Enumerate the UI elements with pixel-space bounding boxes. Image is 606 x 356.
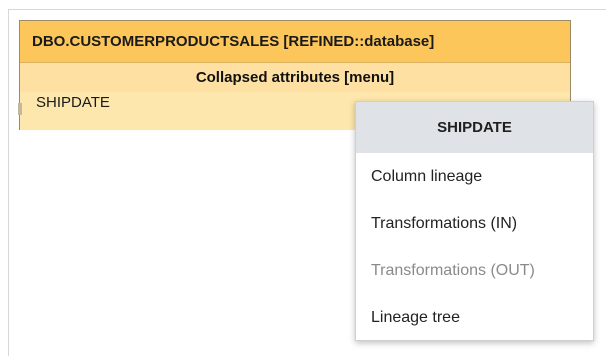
- context-menu: SHIPDATE Column lineage Transformations …: [355, 101, 594, 341]
- menu-item-column-lineage[interactable]: Column lineage: [356, 153, 593, 200]
- menu-item-lineage-tree[interactable]: Lineage tree: [356, 294, 593, 341]
- entity-title[interactable]: DBO.CUSTOMERPRODUCTSALES [REFINED::datab…: [20, 21, 570, 63]
- menu-item-transformations-out: Transformations (OUT): [371, 261, 535, 279]
- row-connector-marker: [18, 103, 22, 115]
- menu-item-transformations-in[interactable]: Transformations (IN): [356, 200, 593, 247]
- diagram-canvas: DBO.CUSTOMERPRODUCTSALES [REFINED::datab…: [0, 0, 606, 356]
- canvas-border-top: [8, 9, 606, 10]
- collapsed-attributes-menu[interactable]: Collapsed attributes [menu]: [20, 63, 570, 92]
- canvas-border-left: [8, 9, 9, 356]
- context-menu-title: SHIPDATE: [356, 102, 593, 153]
